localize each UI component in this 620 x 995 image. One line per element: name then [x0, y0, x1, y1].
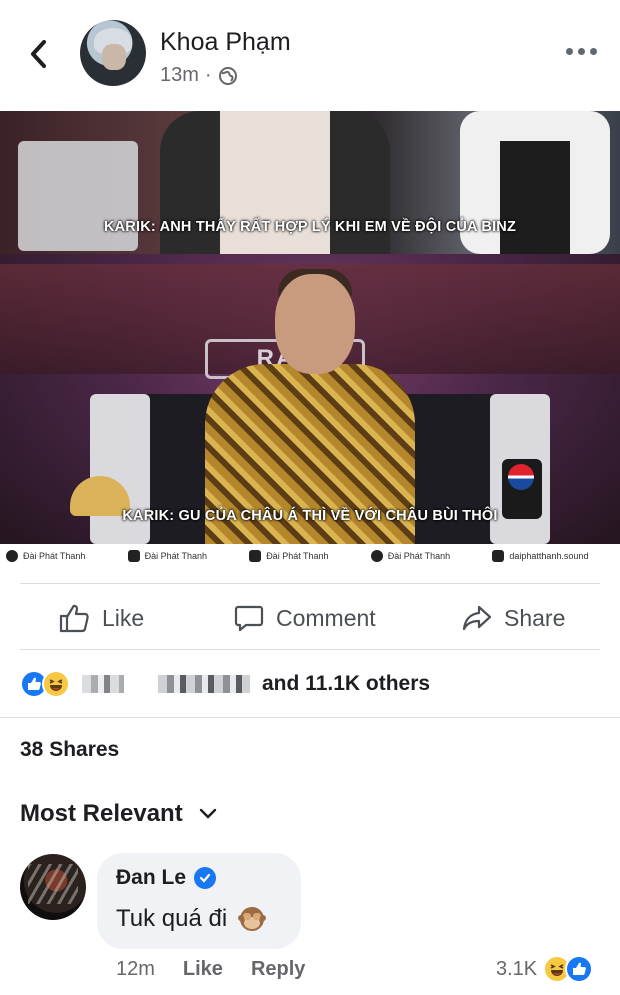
shares-count[interactable]: 38 Shares — [20, 738, 119, 762]
blurred-name — [82, 675, 124, 693]
credit-instagram: daiphatthanh.sound — [492, 550, 614, 562]
post-time[interactable]: 13m — [160, 64, 199, 87]
photo-credits: Đài Phát Thanh Đài Phát Thanh Đài Phát T… — [0, 544, 620, 568]
meta-separator: · — [204, 64, 212, 86]
comment-text: Tuk quá đi — [116, 905, 228, 932]
like-label: Like — [102, 604, 145, 631]
youtube-icon — [249, 550, 262, 562]
credit-soundcloud: Đài Phát Thanh — [6, 550, 128, 562]
comment-text-row: Tuk quá đi — [116, 904, 267, 934]
comment-button[interactable]: Comment — [234, 590, 376, 646]
share-label: Share — [504, 604, 566, 631]
globe-icon — [218, 66, 237, 85]
dot-icon — [590, 47, 597, 55]
photo-caption-top: KARIK: ANH THẤY RẤT HỢP LÝ KHI EM VỀ ĐỘI… — [103, 219, 517, 235]
post-header: Khoa Phạm 13m · — [0, 0, 620, 110]
dot-icon — [566, 47, 573, 55]
haha-reaction-icon — [42, 670, 70, 698]
credit-facebook: Đài Phát Thanh — [127, 550, 250, 562]
commenter-name[interactable]: Đan Le — [116, 866, 186, 890]
reactions-count: and 11.1K others — [262, 672, 431, 695]
comment-reply-button[interactable]: Reply — [251, 958, 305, 981]
chevron-down-icon — [199, 808, 216, 819]
divider — [0, 717, 620, 718]
spotify-icon — [370, 550, 383, 562]
more-options-button[interactable] — [566, 44, 600, 58]
commenter-name-row: Đan Le — [116, 866, 217, 890]
back-button[interactable] — [24, 34, 54, 74]
verified-badge-icon — [194, 867, 217, 889]
author-name[interactable]: Khoa Phạm — [160, 28, 291, 57]
share-button[interactable]: Share — [462, 590, 565, 646]
comment-time[interactable]: 12m — [116, 958, 155, 981]
comment-meta: 12m Like Reply — [116, 958, 305, 981]
facebook-icon — [127, 550, 140, 562]
soundcloud-icon — [6, 550, 18, 562]
reactions-summary[interactable]: and 11.1K others — [20, 667, 430, 701]
comment-label: Comment — [276, 604, 376, 631]
like-reaction-icon — [565, 955, 594, 983]
instagram-icon — [492, 550, 505, 562]
dot-icon — [578, 47, 585, 55]
comment-reaction-count: 3.1K — [496, 957, 538, 980]
sort-label: Most Relevant — [20, 800, 183, 827]
comment-sort-dropdown[interactable]: Most Relevant — [20, 800, 217, 828]
credit-spotify: Đài Phát Thanh — [370, 550, 493, 562]
comment-reactions[interactable]: 3.1K — [496, 955, 594, 983]
post-meta: 13m · — [160, 64, 238, 87]
chevron-left-icon — [31, 40, 46, 68]
post-photo[interactable]: KARIK: ANH THẤY RẤT HỢP LÝ KHI EM VỀ ĐỘI… — [0, 111, 620, 568]
pepsi-logo — [508, 464, 534, 490]
comment-bubble-icon — [234, 605, 264, 632]
see-no-evil-monkey-icon — [238, 907, 267, 931]
thumbs-up-icon — [59, 604, 89, 633]
like-button[interactable]: Like — [58, 590, 144, 646]
author-avatar[interactable] — [80, 20, 146, 86]
photo-panel-bottom: RAP — [0, 254, 620, 544]
commenter-avatar[interactable] — [20, 854, 86, 920]
divider — [20, 649, 600, 650]
comment-like-button[interactable]: Like — [183, 958, 223, 981]
photo-caption-bottom: KARIK: GU CỦA CHÂU Á THÌ VỀ VỚI CHÂU BÙI… — [122, 508, 498, 524]
share-arrow-icon — [462, 605, 492, 631]
action-bar: Like Comment Share — [0, 590, 620, 646]
credit-youtube: Đài Phát Thanh — [249, 550, 371, 562]
blurred-name — [158, 675, 250, 693]
divider — [20, 583, 600, 584]
